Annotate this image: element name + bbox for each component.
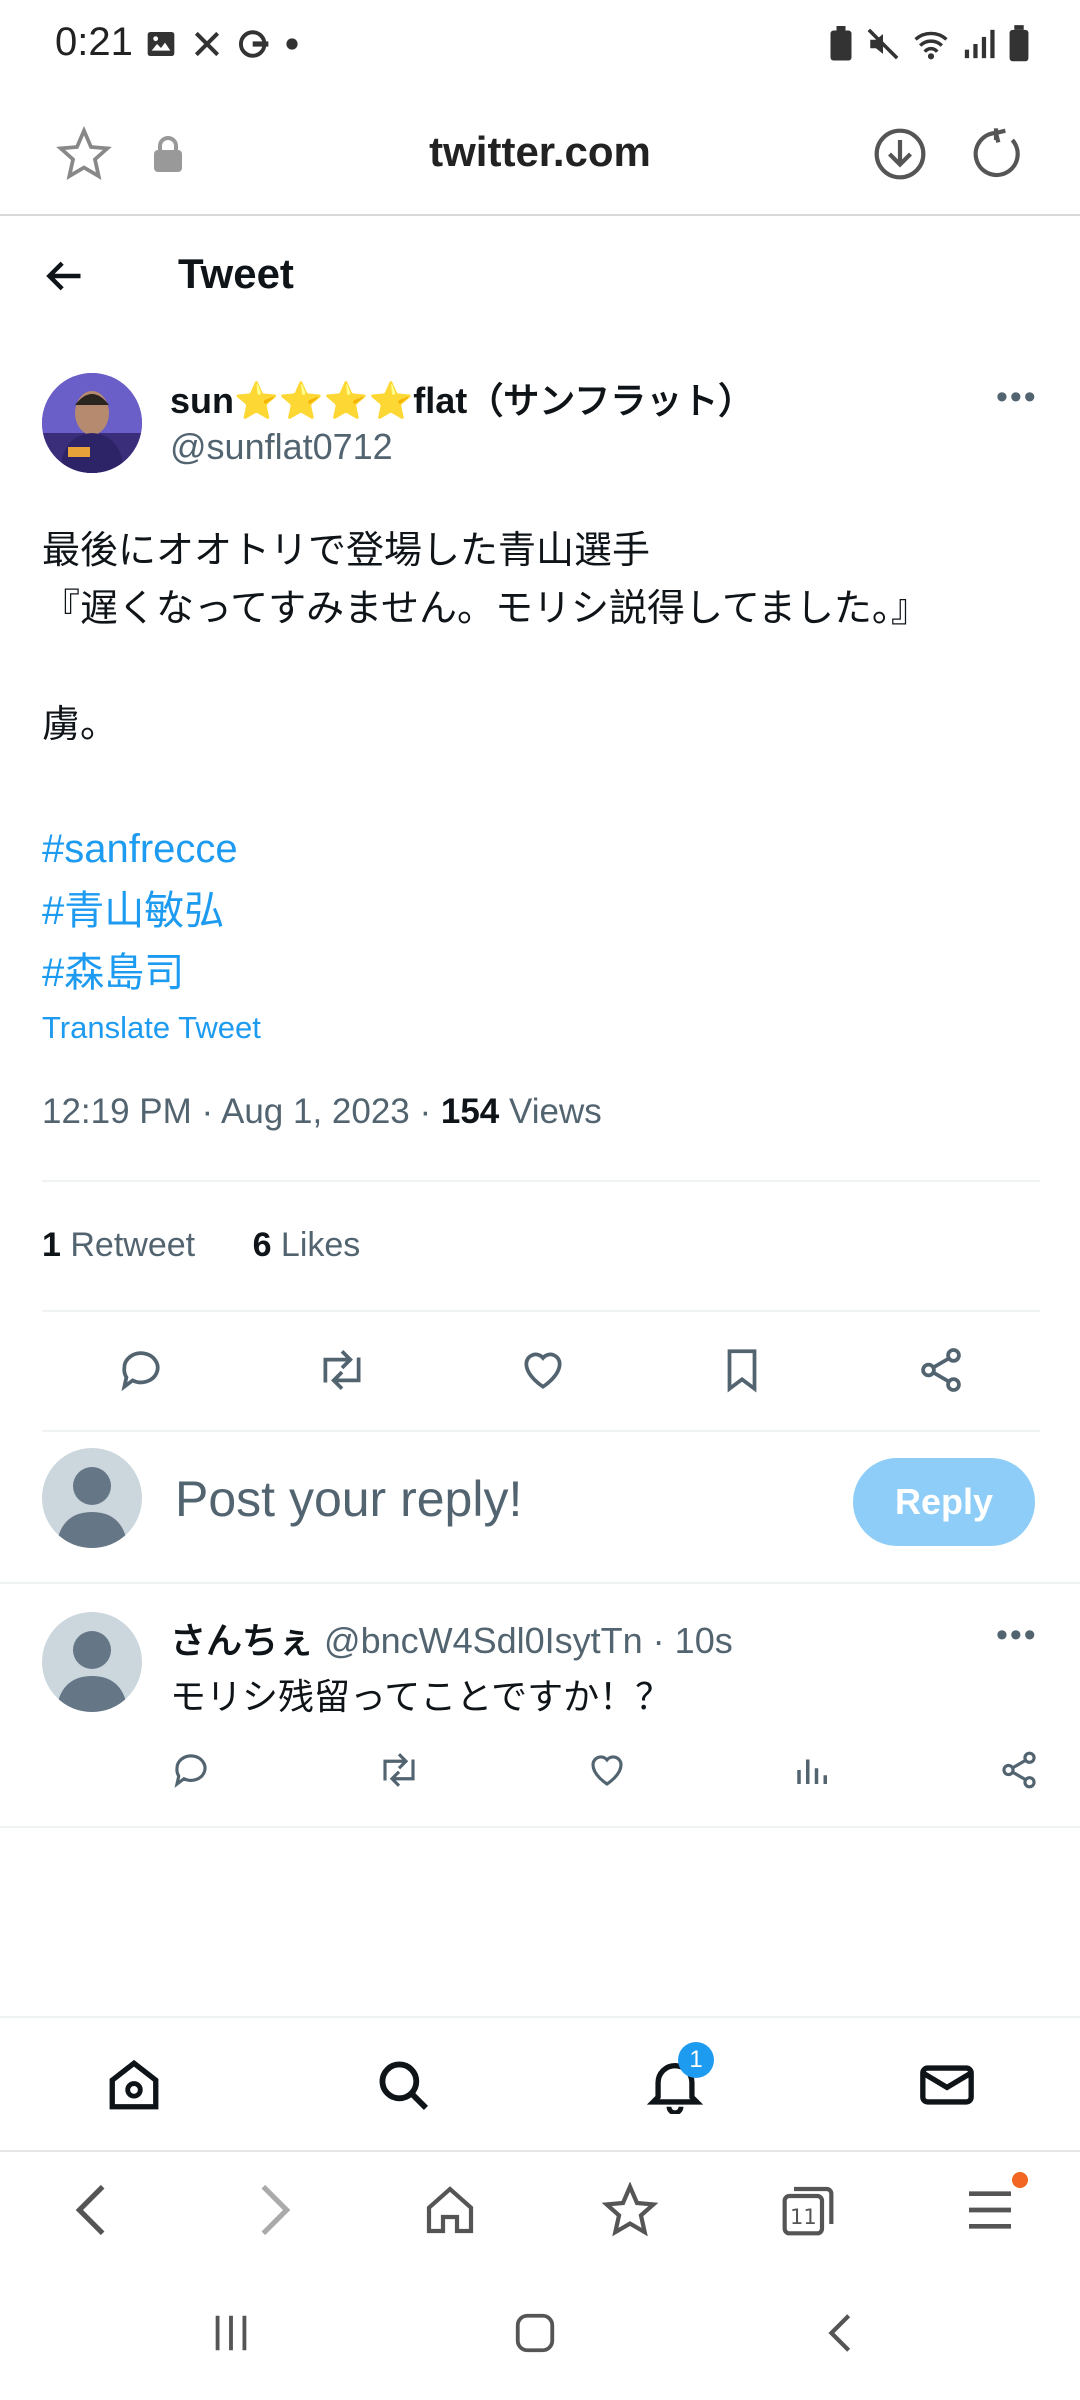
likes-stat[interactable]: 6 Likes [253, 1226, 361, 1264]
status-system-icons [828, 22, 1030, 66]
app-icon [238, 30, 269, 58]
signal-icon [964, 29, 995, 59]
twitter-bottom-nav: 1 [0, 2016, 1080, 2152]
tweet-action-bar [42, 1340, 1040, 1400]
browser-back-icon[interactable] [66, 2182, 116, 2238]
tweet-stats: 1 Retweet 6 Likes [42, 1226, 360, 1265]
translate-tweet-link[interactable]: Translate Tweet [42, 1010, 261, 1046]
page-title: Tweet [178, 250, 294, 297]
dot-icon [286, 38, 298, 50]
tweet-more-icon[interactable]: ••• [996, 378, 1038, 417]
comment-analytics-icon[interactable] [792, 1749, 834, 1791]
notifications-badge: 1 [678, 2042, 714, 2078]
battery-icon [1009, 25, 1029, 62]
tweet-timestamp[interactable]: 12:19 PM · Aug 1, 2023 · [42, 1092, 441, 1131]
retweets-stat[interactable]: 1 Retweet [42, 1226, 195, 1264]
divider [0, 1582, 1080, 1584]
hashtag-link[interactable]: #sanfrecce [42, 818, 238, 880]
comment-retweet-icon[interactable] [376, 1749, 422, 1791]
author-handle[interactable]: @sunflat0712 [170, 426, 393, 468]
current-user-avatar [42, 1448, 142, 1548]
battery-saver-icon [830, 26, 852, 61]
tools-icon [194, 31, 220, 57]
reply-input[interactable]: Post your reply! [175, 1470, 522, 1528]
browser-home-icon[interactable] [422, 2182, 478, 2238]
browser-menu-icon[interactable] [962, 2182, 1018, 2238]
status-notification-icons [145, 22, 299, 66]
system-nav-bar [0, 2266, 1080, 2400]
system-home-icon[interactable] [512, 2310, 558, 2356]
share-icon[interactable] [916, 1345, 966, 1395]
comment-action-bar [170, 1745, 1040, 1795]
status-bar: 0:21 [0, 0, 1080, 88]
system-back-icon[interactable] [818, 2310, 864, 2356]
browser-forward-icon[interactable] [250, 2182, 300, 2238]
mute-icon [867, 28, 899, 60]
menu-notification-dot-icon [1012, 2172, 1028, 2188]
url-text[interactable]: twitter.com [0, 128, 1080, 176]
browser-bottom-bar: 11 [0, 2148, 1080, 2266]
comment-reply-icon[interactable] [170, 1749, 212, 1791]
divider [0, 1826, 1080, 1828]
comment-header: さんちぇ @bncW4Sdl0IsytTn · 10s [170, 1612, 733, 1664]
hashtag-link[interactable]: #青山敏弘 [42, 880, 238, 942]
svg-text:11: 11 [790, 2205, 817, 2229]
hashtag-link[interactable]: #森島司 [42, 942, 238, 1004]
views-label: Views [499, 1092, 602, 1131]
commenter-name[interactable]: さんちぇ [170, 1620, 314, 1661]
author-avatar[interactable] [42, 373, 142, 473]
divider [42, 1430, 1040, 1432]
recent-apps-icon[interactable] [208, 2310, 254, 2356]
tweet-meta: 12:19 PM · Aug 1, 2023 · 154 Views [42, 1092, 602, 1132]
reply-icon[interactable] [116, 1345, 166, 1395]
tweet-text: 最後にオオトリで登場した青山選手 『遅くなってすみません。モリシ説得してました。… [42, 530, 929, 746]
divider [42, 1310, 1040, 1312]
messages-icon[interactable] [918, 2056, 976, 2114]
back-arrow-icon[interactable] [42, 254, 86, 298]
browser-bookmarks-icon[interactable] [602, 2182, 658, 2238]
comment-text: モリシ残留ってことですか！？ [170, 1676, 672, 1717]
browser-tabs-icon[interactable]: 11 [780, 2182, 836, 2238]
comment-more-icon[interactable]: ••• [996, 1616, 1038, 1655]
search-icon[interactable] [374, 2056, 432, 2114]
comment-like-icon[interactable] [586, 1749, 628, 1791]
comment-share-icon[interactable] [998, 1749, 1040, 1791]
gallery-icon [147, 32, 175, 56]
commenter-handle-time[interactable]: @bncW4Sdl0IsytTn · 10s [314, 1620, 733, 1661]
bookmark-icon[interactable] [717, 1345, 767, 1395]
like-icon[interactable] [518, 1345, 568, 1395]
reply-button[interactable]: Reply [853, 1458, 1035, 1546]
wifi-icon [914, 31, 948, 60]
commenter-avatar[interactable] [42, 1612, 142, 1712]
status-time: 0:21 [55, 20, 133, 64]
divider [42, 1180, 1040, 1182]
author-name[interactable]: sun⭐⭐⭐⭐flat（サンフラット） [170, 372, 754, 424]
retweet-icon[interactable] [315, 1345, 369, 1395]
hashtag-list: #sanfrecce #青山敏弘 #森島司 [42, 818, 238, 1004]
views-count: 154 [440, 1092, 500, 1131]
home-icon[interactable] [105, 2056, 163, 2114]
